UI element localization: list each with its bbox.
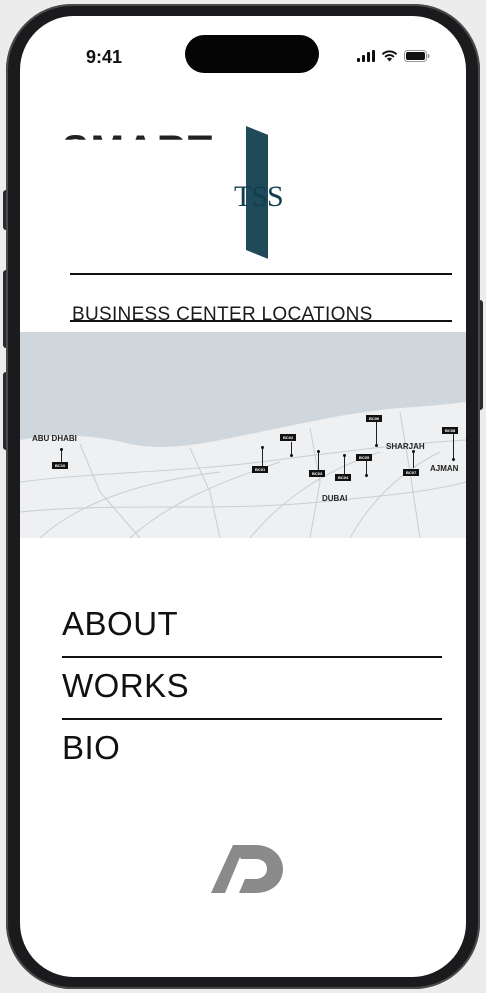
locations-map[interactable]: ABU DHABI DUBAI SHARJAH AJMAN BC10 BC01 …	[20, 332, 466, 538]
title-bottom-rule	[70, 320, 452, 322]
bc-tag-bc01[interactable]: BC01	[252, 466, 269, 473]
bc-tag-bc03[interactable]: BC03	[309, 470, 326, 477]
battery-icon	[404, 50, 430, 62]
pin-stem	[376, 422, 377, 446]
city-label-ajman: AJMAN	[430, 464, 459, 473]
title-top-rule	[70, 273, 452, 275]
location-pin	[343, 454, 346, 457]
bc-tag-bc08[interactable]: BC08	[442, 427, 459, 434]
tss-logo-text: TSS	[234, 180, 284, 213]
location-pin	[365, 474, 368, 477]
location-pin	[452, 458, 455, 461]
main-nav: ABOUT WORKS BIO	[62, 596, 442, 780]
pin-stem	[453, 434, 454, 460]
location-pin	[375, 444, 378, 447]
pin-stem	[61, 450, 62, 462]
nav-item-bio[interactable]: BIO	[62, 720, 442, 780]
city-label-sharjah: SHARJAH	[386, 442, 425, 451]
status-bar: 9:41	[20, 16, 466, 76]
nav-item-works[interactable]: WORKS	[62, 658, 442, 718]
location-pin	[261, 446, 264, 449]
location-pin	[60, 448, 63, 451]
location-pin	[412, 450, 415, 453]
cellular-signal-icon	[357, 50, 375, 62]
status-time: 9:41	[86, 47, 123, 67]
location-pin	[290, 454, 293, 457]
map-land-shape	[20, 402, 466, 538]
city-label-abu-dhabi: ABU DHABI	[32, 434, 77, 443]
bc-tag-bc10[interactable]: BC10	[52, 462, 69, 469]
pin-stem	[262, 448, 263, 466]
pin-stem	[413, 452, 414, 468]
nav-item-about[interactable]: ABOUT	[62, 596, 442, 656]
wifi-icon	[381, 50, 398, 62]
partial-heading: SMART	[62, 128, 215, 172]
city-label-dubai: DUBAI	[322, 494, 348, 503]
phone-mockup: 9:41 SMART TSS BUSINESS CENTER LOCATIONS…	[0, 0, 486, 993]
pin-stem	[318, 452, 319, 470]
dynamic-island	[185, 35, 319, 73]
bc-tag-bc06[interactable]: BC06	[366, 415, 383, 422]
brand-logo-icon	[211, 845, 283, 893]
bc-tag-bc05[interactable]: BC05	[356, 454, 373, 461]
bc-tag-bc04[interactable]: BC04	[335, 474, 352, 481]
pin-stem	[344, 456, 345, 474]
status-icons	[357, 50, 430, 62]
bc-tag-bc02[interactable]: BC02	[280, 434, 297, 441]
phone-screen: 9:41 SMART TSS BUSINESS CENTER LOCATIONS…	[20, 16, 466, 977]
section-title: BUSINESS CENTER LOCATIONS	[72, 304, 373, 325]
bc-tag-bc07[interactable]: BC07	[403, 469, 420, 476]
location-pin	[317, 450, 320, 453]
